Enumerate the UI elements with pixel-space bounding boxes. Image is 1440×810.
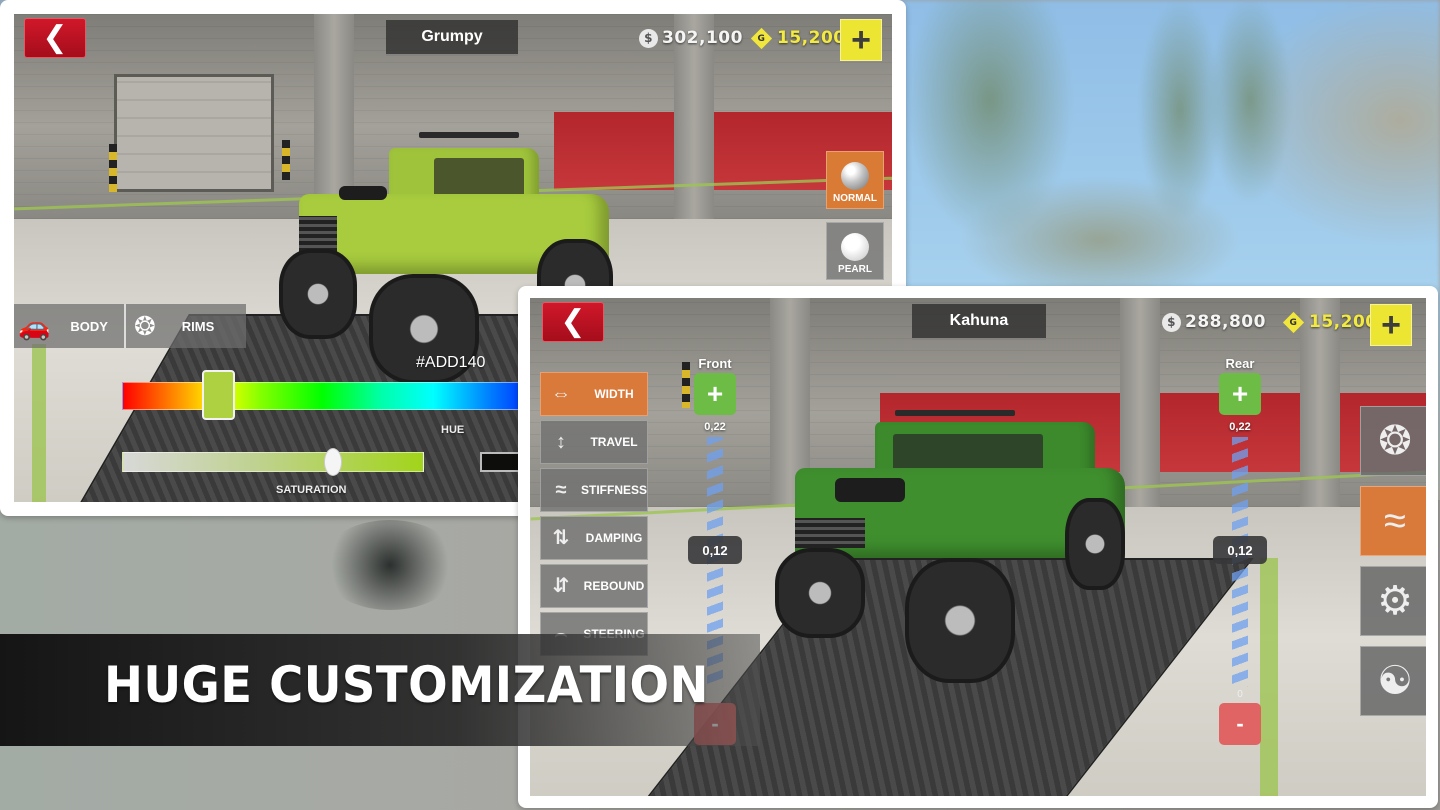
finish-label: PEARL	[838, 264, 872, 275]
vehicle-name-plate: Grumpy	[386, 20, 518, 56]
damper-icon: ⇅	[552, 527, 570, 549]
category-wheels-button[interactable]: ❂	[1360, 406, 1426, 476]
rear-min-value: 0	[1237, 689, 1243, 700]
chain-drive-icon: ☯	[1377, 659, 1413, 703]
chevron-left-icon: ❮	[42, 21, 68, 54]
pearl-ball-icon	[841, 233, 869, 261]
rim-icon: ❂	[134, 311, 156, 341]
wheel-icon: ❂	[1378, 419, 1412, 463]
finish-label: NORMAL	[833, 193, 877, 204]
gold-display: G 15,200	[1282, 311, 1378, 333]
color-hex-value: #ADD140	[416, 354, 486, 371]
saturation-slider-track[interactable]	[122, 452, 424, 472]
finish-normal-button[interactable]: NORMAL	[826, 151, 884, 209]
dollar-coin-icon: $	[639, 28, 658, 48]
rear-label: Rear	[1225, 356, 1255, 371]
car-spray-icon: 🚗	[18, 311, 51, 341]
front-increase-button[interactable]: +	[694, 373, 736, 415]
vehicle-kahuna	[775, 408, 1135, 683]
gold-amount: 15,200	[777, 28, 846, 48]
plus-icon: +	[851, 21, 871, 59]
gold-display: G 15,200	[750, 27, 846, 49]
rear-decrease-button[interactable]: -	[1219, 703, 1261, 745]
plus-icon: +	[1231, 378, 1249, 409]
add-currency-button[interactable]: +	[1370, 304, 1412, 346]
minus-icon: -	[1236, 711, 1244, 736]
money-amount: 302,100	[662, 28, 743, 48]
category-suspension-button[interactable]: ≈	[1360, 486, 1426, 556]
rebound-icon: ⇵	[552, 575, 570, 597]
gold-gem-icon: G	[750, 27, 773, 49]
category-transmission-button[interactable]: ⚙	[1360, 566, 1426, 636]
chevron-left-icon: ❮	[560, 305, 586, 338]
suspension-menu: ⇔ WIDTH ↕ TRAVEL ≈ STIFFNESS ⇅ DAMPING ⇵…	[540, 372, 648, 660]
saturation-label: SATURATION	[276, 484, 347, 496]
tab-body[interactable]: 🚗 BODY	[14, 304, 126, 348]
gearbox-icon: ⚙	[1377, 579, 1413, 623]
gold-amount: 15,200	[1309, 312, 1378, 332]
money-amount: 288,800	[1185, 312, 1266, 332]
front-current-value: 0,12	[688, 536, 742, 564]
promo-headline: HUGE CUSTOMIZATION	[104, 656, 709, 714]
gold-gem-icon: G	[1282, 311, 1305, 333]
vehicle-name: Grumpy	[421, 28, 483, 45]
hue-slider-track[interactable]	[122, 382, 522, 410]
glossy-ball-icon	[841, 162, 869, 190]
spring-icon: ≈	[555, 479, 567, 501]
money-display: $ 302,100	[639, 28, 743, 48]
category-transfer-case-button[interactable]: ☯	[1360, 646, 1426, 716]
rear-increase-button[interactable]: +	[1219, 373, 1261, 415]
menu-item-rebound[interactable]: ⇵ REBOUND	[540, 564, 648, 608]
vehicle-name-plate: Kahuna	[912, 304, 1046, 340]
menu-item-stiffness[interactable]: ≈ STIFFNESS	[540, 468, 648, 512]
add-currency-button[interactable]: +	[840, 19, 882, 61]
menu-item-damping[interactable]: ⇅ DAMPING	[540, 516, 648, 560]
hue-label: HUE	[441, 424, 465, 436]
menu-item-travel[interactable]: ↕ TRAVEL	[540, 420, 648, 464]
tab-rims[interactable]: ❂ RIMS	[126, 304, 246, 348]
paint-tabs: 🚗 BODY ❂ RIMS	[14, 304, 246, 348]
menu-item-width[interactable]: ⇔ WIDTH	[540, 372, 648, 416]
rear-max-value: 0,22	[1229, 421, 1251, 433]
money-display: $ 288,800	[1162, 312, 1266, 332]
back-button[interactable]: ❮	[24, 18, 86, 58]
dollar-coin-icon: $	[1162, 312, 1181, 332]
axle-width-icon: ⇔	[551, 383, 571, 405]
plus-icon: +	[1381, 306, 1401, 344]
shock-travel-icon: ↕	[556, 431, 566, 453]
rear-current-value: 0,12	[1213, 536, 1267, 564]
finish-pearl-button[interactable]: PEARL	[826, 222, 884, 280]
tab-label: RIMS	[181, 318, 215, 334]
hue-slider-thumb[interactable]	[202, 370, 235, 420]
shock-absorber-icon: ≈	[1384, 499, 1406, 543]
front-label: Front	[698, 356, 732, 371]
back-button[interactable]: ❮	[542, 302, 604, 342]
plus-icon: +	[706, 378, 724, 409]
front-max-value: 0,22	[704, 421, 726, 433]
tab-label: BODY	[70, 318, 108, 334]
vehicle-name: Kahuna	[949, 312, 1009, 329]
